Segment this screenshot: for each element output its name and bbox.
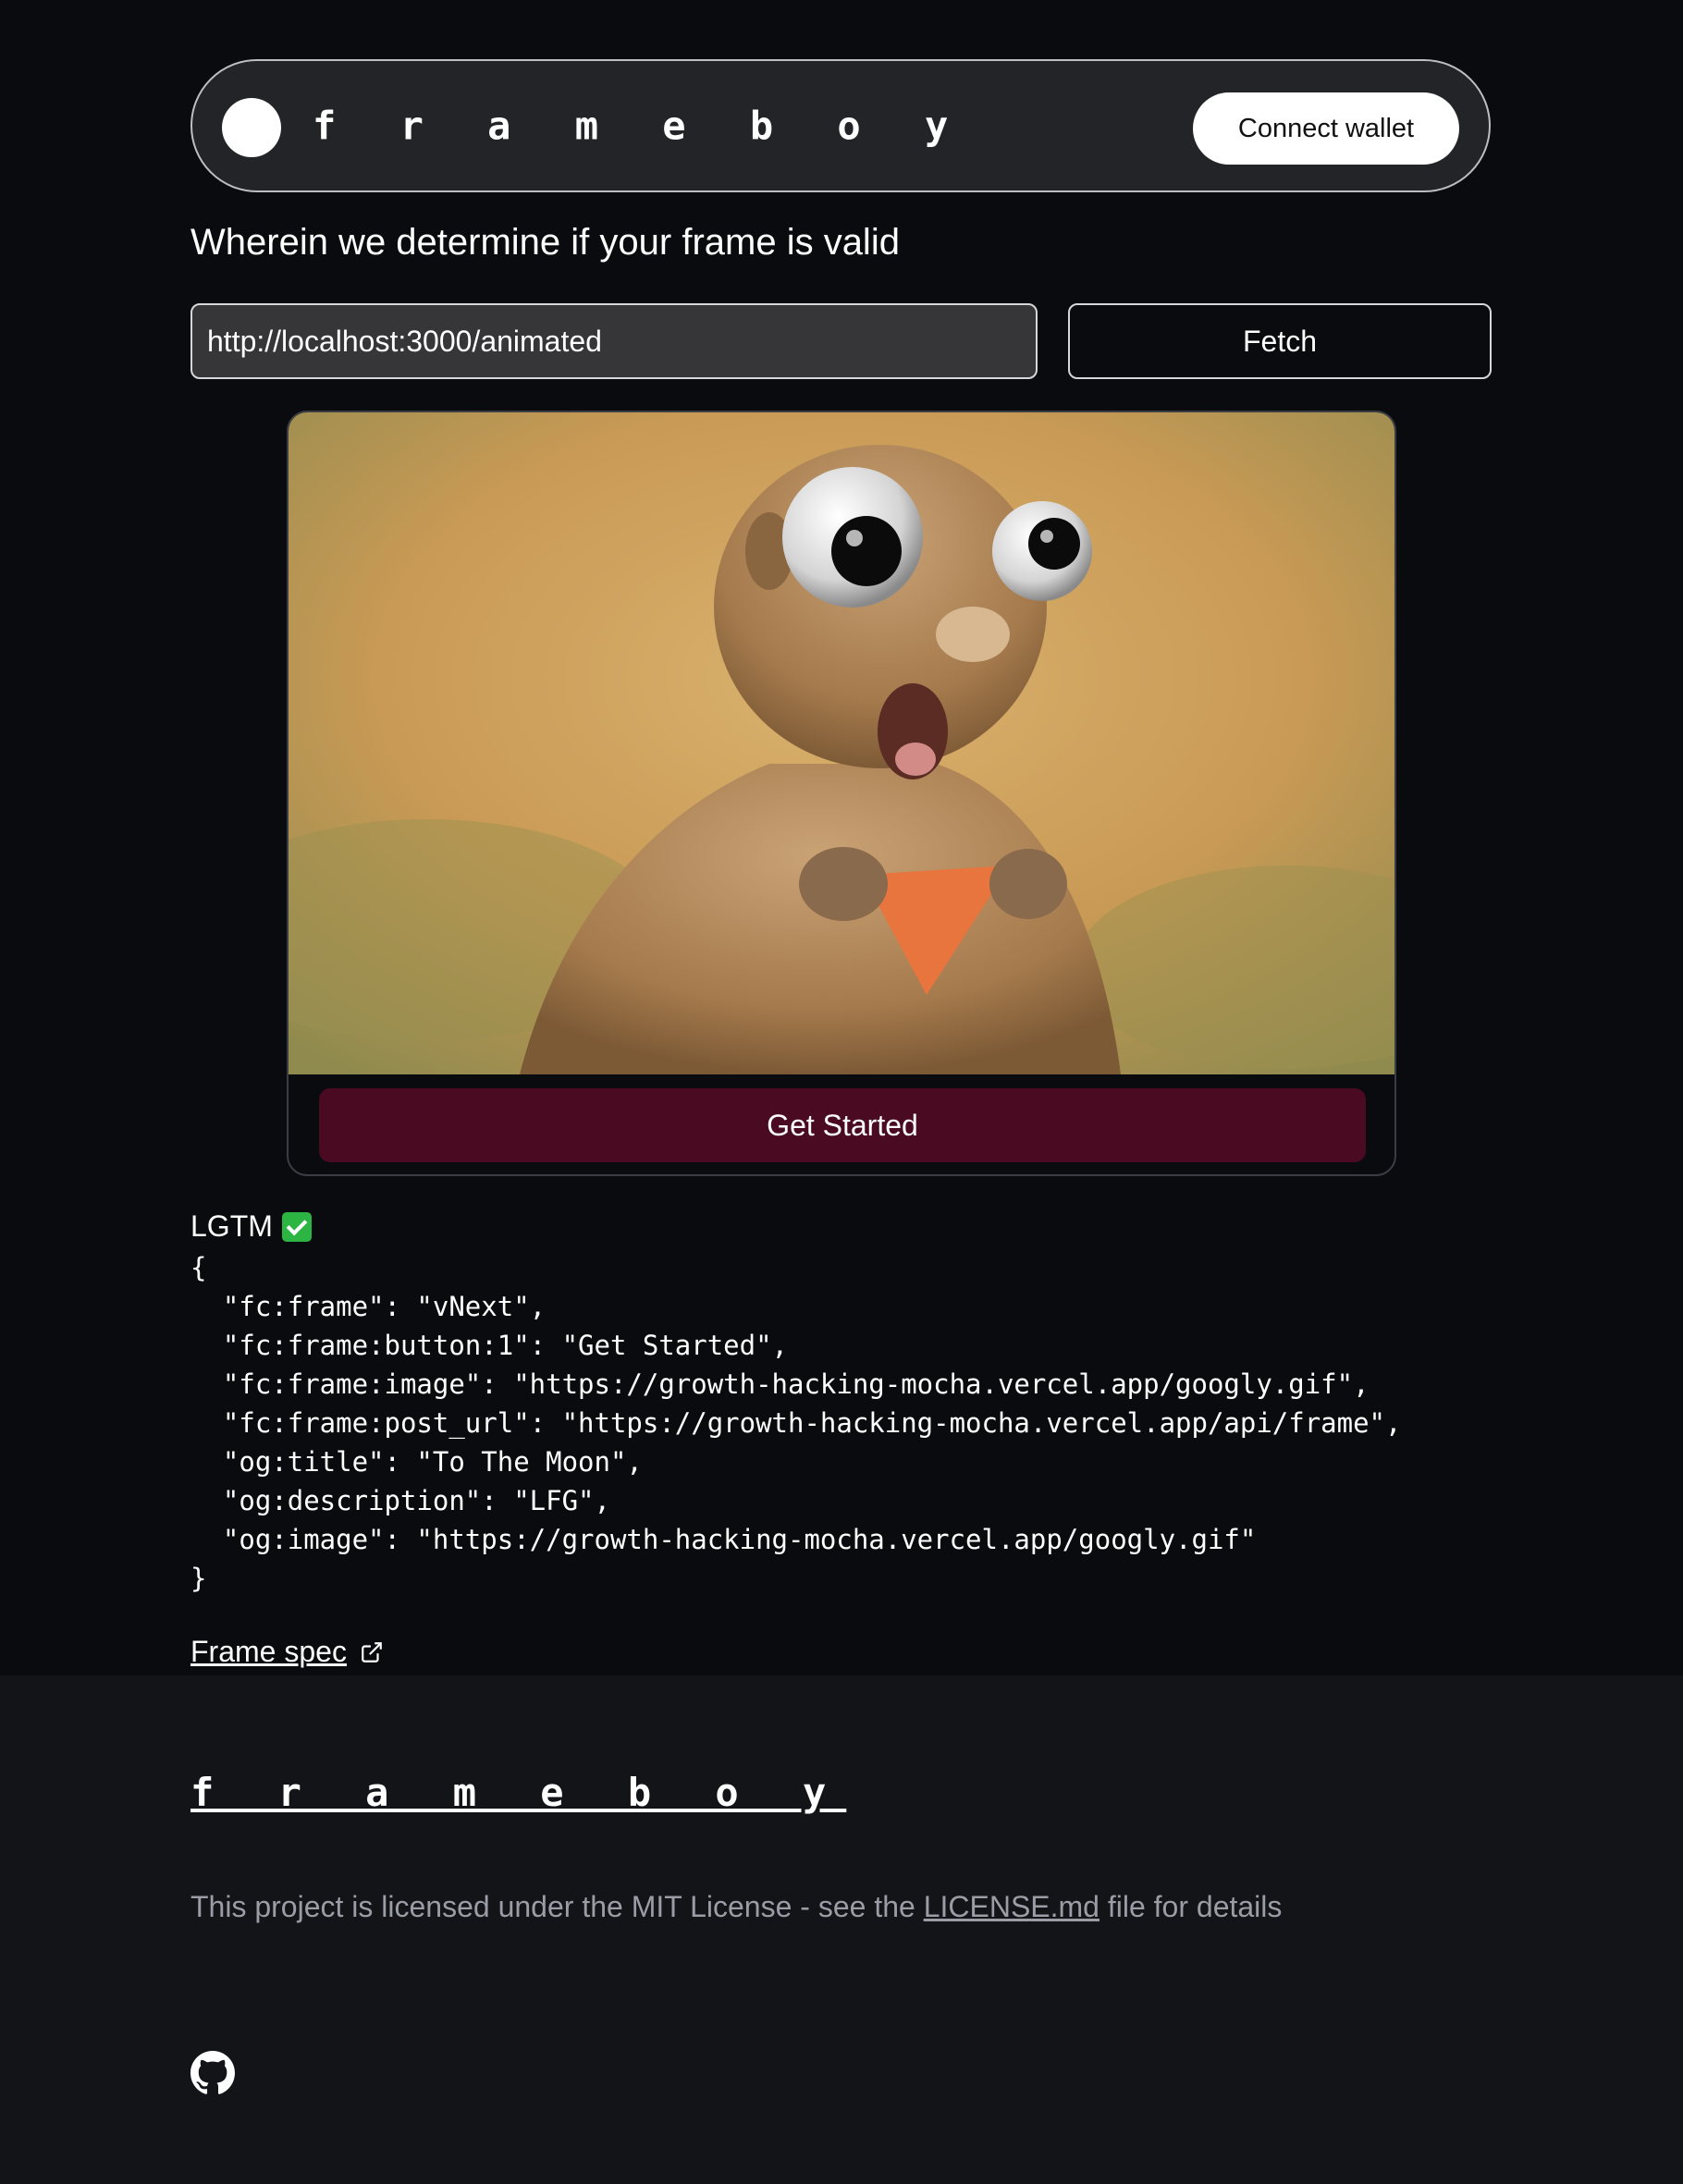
frame-url-input[interactable] [190,303,1038,379]
page-footer: f r a m e b o y This project is licensed… [0,1675,1683,2184]
license-text: This project is licensed under the MIT L… [190,1890,1282,1924]
external-link-icon [362,1641,382,1663]
frame-image [289,412,1394,1074]
connect-wallet-button[interactable]: Connect wallet [1193,92,1459,165]
frame-preview: Get Started [287,411,1396,1176]
frame-spec-link[interactable]: Frame spec [190,1635,384,1669]
frame-spec-label: Frame spec [190,1635,347,1668]
app-header: f r a m e b o y Connect wallet [190,59,1491,192]
frame-meta-json: { "fc:frame": "vNext", "fc:frame:button:… [190,1252,1402,1594]
frame-action-button[interactable]: Get Started [319,1088,1366,1162]
license-prefix: This project is licensed under the MIT L… [190,1890,924,1923]
license-link[interactable]: LICENSE.md [924,1890,1099,1923]
github-icon[interactable] [190,2051,235,2095]
brand-title: f r a m e b o y [313,103,969,149]
validation-status: LGTM [190,1209,312,1244]
fetch-button[interactable]: Fetch [1068,303,1492,379]
logo-circle [222,98,281,157]
footer-brand-link[interactable]: f r a m e b o y [190,1770,846,1815]
page-subtitle: Wherein we determine if your frame is va… [190,222,900,263]
status-text: LGTM [190,1209,273,1243]
check-icon [281,1211,312,1242]
license-suffix: file for details [1099,1890,1283,1923]
